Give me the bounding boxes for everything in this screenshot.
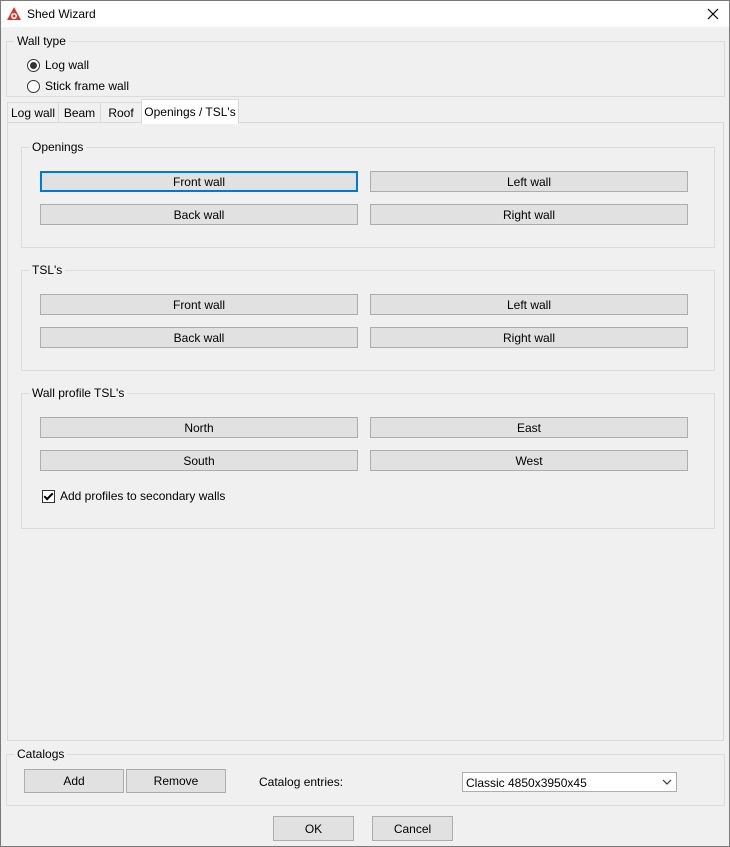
profile-east-button[interactable]: East xyxy=(370,417,688,438)
secondary-walls-label: Add profiles to secondary walls xyxy=(60,489,226,503)
openings-back-wall-button[interactable]: Back wall xyxy=(40,204,358,225)
catalogs-legend: Catalogs xyxy=(14,747,68,761)
tsls-front-wall-button[interactable]: Front wall xyxy=(40,294,358,315)
profile-south-button[interactable]: South xyxy=(40,450,358,471)
catalog-entries-label: Catalog entries: xyxy=(259,775,344,789)
radio-log-wall[interactable]: Log wall xyxy=(27,58,89,72)
wall-type-legend: Wall type xyxy=(14,34,69,48)
cancel-button[interactable]: Cancel xyxy=(372,816,453,841)
wall-profile-tsls-legend: Wall profile TSL's xyxy=(29,386,128,400)
tsls-back-wall-button[interactable]: Back wall xyxy=(40,327,358,348)
radio-stick-frame-wall-indicator[interactable] xyxy=(27,79,40,93)
catalog-add-button[interactable]: Add xyxy=(24,769,124,793)
close-button[interactable] xyxy=(697,1,729,27)
openings-left-wall-button[interactable]: Left wall xyxy=(370,171,688,192)
openings-legend: Openings xyxy=(29,140,87,154)
radio-stick-frame-wall[interactable]: Stick frame wall xyxy=(27,79,129,93)
tab-roof[interactable]: Roof xyxy=(100,102,142,123)
catalog-remove-button[interactable]: Remove xyxy=(126,769,226,793)
tab-openings-tsls[interactable]: Openings / TSL's xyxy=(141,99,239,124)
radio-stick-frame-wall-label: Stick frame wall xyxy=(45,79,130,93)
secondary-walls-checkbox-row[interactable]: Add profiles to secondary walls xyxy=(42,489,225,503)
openings-front-wall-button[interactable]: Front wall xyxy=(40,171,358,192)
openings-right-wall-button[interactable]: Right wall xyxy=(370,204,688,225)
radio-log-wall-indicator[interactable] xyxy=(27,58,40,72)
radio-log-wall-label: Log wall xyxy=(45,58,90,72)
tab-log-wall[interactable]: Log wall xyxy=(7,102,59,123)
chevron-down-icon xyxy=(662,779,672,785)
profile-west-button[interactable]: West xyxy=(370,450,688,471)
openings-group: Openings xyxy=(21,140,715,248)
catalog-entries-select[interactable]: Classic 4850x3950x45 xyxy=(462,772,677,792)
secondary-walls-checkbox[interactable] xyxy=(42,489,55,503)
tsls-group: TSL's xyxy=(21,263,715,371)
app-icon xyxy=(7,7,21,20)
tab-beam[interactable]: Beam xyxy=(58,102,101,123)
window-title: Shed Wizard xyxy=(27,7,96,21)
wall-type-group: Wall type Log wall Stick frame wall xyxy=(6,34,725,97)
ok-button[interactable]: OK xyxy=(273,816,354,841)
tsls-right-wall-button[interactable]: Right wall xyxy=(370,327,688,348)
catalog-entries-value: Classic 4850x3950x45 xyxy=(466,776,587,790)
title-bar: Shed Wizard xyxy=(1,1,729,27)
profile-north-button[interactable]: North xyxy=(40,417,358,438)
close-icon xyxy=(707,8,719,20)
shed-wizard-window: Shed Wizard Wall type Log wall Stick fra… xyxy=(0,0,730,847)
tsls-left-wall-button[interactable]: Left wall xyxy=(370,294,688,315)
tsls-legend: TSL's xyxy=(29,263,66,277)
